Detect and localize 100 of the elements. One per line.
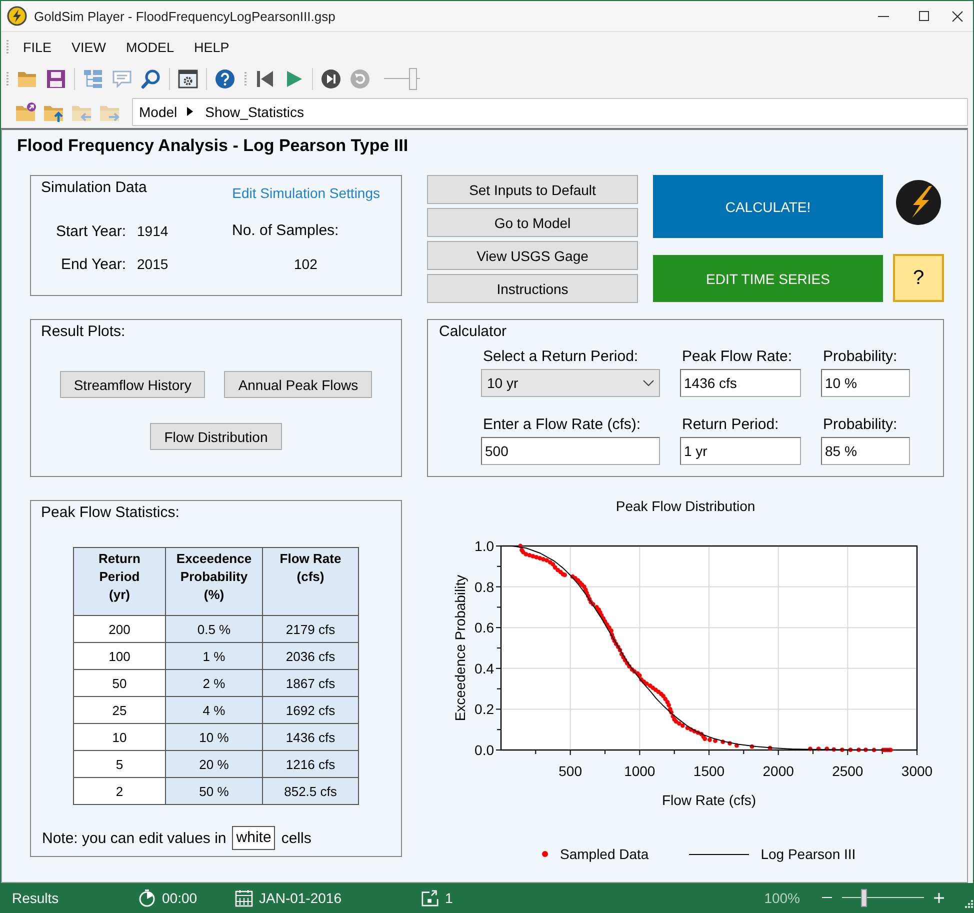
tick-label: 0.6 bbox=[474, 620, 494, 636]
caret-icon bbox=[187, 107, 194, 116]
step-forward-icon[interactable] bbox=[321, 68, 341, 88]
window-title: GoldSim Player - FloodFrequencyLogPearsonIII.gsp bbox=[34, 8, 336, 24]
tick-label: 1000 bbox=[624, 763, 656, 779]
dropdown[interactable]: 10 yr bbox=[481, 369, 660, 397]
tick-label: 0.0 bbox=[474, 742, 494, 758]
field-label: Probability: bbox=[822, 347, 898, 367]
table-cell[interactable]: 50 bbox=[74, 670, 166, 696]
grip-icon bbox=[6, 70, 9, 86]
page-title: Flood Frequency Analysis - Log Pearson Type III bbox=[17, 135, 410, 157]
table-cell: 1867 cfs bbox=[262, 670, 358, 696]
tick-label: 0.4 bbox=[474, 660, 494, 676]
settings-icon[interactable] bbox=[178, 68, 198, 88]
resize-grip-icon[interactable] bbox=[965, 900, 973, 908]
field-value: 102 bbox=[293, 255, 318, 274]
skip-back-icon[interactable] bbox=[255, 68, 275, 88]
field-label: End Year: bbox=[60, 256, 126, 272]
action-button[interactable]: Set Inputs to Default bbox=[427, 175, 638, 204]
help-button[interactable]: ? bbox=[893, 254, 944, 302]
breadcrumb-item[interactable]: Show_Statistics bbox=[205, 104, 304, 120]
lightning-logo-icon bbox=[7, 6, 27, 26]
close-icon[interactable] bbox=[952, 10, 963, 22]
date-text: JAN-01-2016 bbox=[259, 890, 342, 906]
legend-label: Log Pearson III bbox=[760, 845, 856, 864]
plot-button[interactable]: Streamflow History bbox=[60, 371, 206, 398]
table-cell[interactable]: 10 bbox=[74, 724, 166, 750]
text-field[interactable]: 1 yr bbox=[680, 437, 801, 465]
tick-label: 2500 bbox=[832, 763, 864, 779]
zoom-in-icon[interactable] bbox=[934, 892, 944, 902]
table-cell: 1 % bbox=[166, 642, 262, 670]
help-icon[interactable] bbox=[215, 68, 235, 88]
zoom-slider-thumb[interactable] bbox=[861, 888, 868, 906]
calendar-icon bbox=[235, 888, 253, 906]
play-icon[interactable] bbox=[284, 68, 304, 88]
menu-item[interactable]: FILE bbox=[13, 35, 62, 59]
tick-label: 0.2 bbox=[474, 701, 494, 718]
y-axis-label: Exceedence Probability bbox=[452, 574, 468, 722]
note-text: Note: you can edit values in bbox=[42, 830, 226, 846]
tick-label: 500 bbox=[558, 763, 582, 779]
calculate-button[interactable]: CALCULATE! bbox=[653, 175, 883, 238]
menu-item[interactable]: MODEL bbox=[116, 35, 184, 59]
table-cell: 10 % bbox=[166, 724, 262, 750]
panel-title: Result Plots: bbox=[41, 322, 126, 342]
tick-label: 2000 bbox=[762, 763, 794, 779]
table-cell: 1216 cfs bbox=[262, 750, 358, 778]
plot-button[interactable]: Flow Distribution bbox=[150, 423, 282, 450]
tick-label: 1.0 bbox=[474, 538, 494, 554]
table-cell[interactable]: 200 bbox=[74, 616, 166, 642]
table-cell[interactable]: 100 bbox=[74, 642, 166, 670]
address-bar[interactable]: Model Show_Statistics bbox=[132, 98, 968, 126]
folder-arrow-icon[interactable] bbox=[15, 102, 37, 122]
text-field[interactable]: 10 % bbox=[821, 369, 910, 397]
time-text: 00:00 bbox=[162, 890, 198, 906]
edit-settings-link[interactable]: Edit Simulation Settings bbox=[232, 184, 380, 202]
table-cell: 1436 cfs bbox=[262, 724, 358, 750]
zoom-slider-track[interactable] bbox=[842, 888, 924, 906]
field-value: 1914 bbox=[137, 223, 170, 239]
field-label: Probability: bbox=[822, 415, 898, 435]
tick-label: 1500 bbox=[693, 763, 725, 779]
table-cell: 2036 cfs bbox=[262, 642, 358, 670]
export-icon bbox=[421, 888, 439, 906]
action-button[interactable]: Instructions bbox=[427, 274, 638, 303]
legend-label: Sampled Data bbox=[560, 845, 649, 864]
field-value: 2015 bbox=[137, 256, 170, 272]
field-label: Select a Return Period: bbox=[482, 347, 640, 367]
maximize-icon[interactable] bbox=[919, 11, 929, 21]
column-header: Flow Rate (cfs) bbox=[262, 548, 358, 616]
text-field[interactable]: 500 bbox=[481, 437, 660, 465]
point-marker-icon bbox=[542, 851, 548, 857]
stopwatch-icon bbox=[138, 888, 156, 906]
plot-button[interactable]: Annual Peak Flows bbox=[224, 371, 372, 398]
edit-time-series-button[interactable]: EDIT TIME SERIES bbox=[653, 255, 883, 302]
editable-cell-sample: white bbox=[232, 826, 276, 850]
panel-title: Peak Flow Statistics: bbox=[41, 503, 180, 523]
menu-item[interactable]: HELP bbox=[184, 35, 240, 59]
action-button[interactable]: Go to Model bbox=[427, 208, 638, 237]
field-label: Peak Flow Rate: bbox=[681, 347, 794, 367]
table-cell[interactable]: 2 bbox=[74, 778, 166, 804]
grip-icon bbox=[6, 39, 9, 55]
breadcrumb-item[interactable]: Model bbox=[139, 104, 178, 120]
panel-title: Simulation Data bbox=[41, 178, 147, 198]
text-field[interactable]: 1436 cfs bbox=[680, 369, 801, 397]
status-text: Results bbox=[12, 890, 60, 906]
grip-icon bbox=[244, 70, 247, 86]
panel-title: Calculator bbox=[439, 322, 508, 342]
field-label: No. of Samples: bbox=[232, 221, 339, 241]
field-label: Return Period: bbox=[681, 415, 780, 435]
text-field[interactable]: 85 % bbox=[821, 437, 910, 465]
search-icon[interactable] bbox=[141, 68, 161, 88]
action-button[interactable]: View USGS Gage bbox=[427, 241, 638, 270]
table-cell[interactable]: 25 bbox=[74, 696, 166, 724]
table-cell[interactable]: 5 bbox=[74, 750, 166, 778]
column-header: Return Period (yr) bbox=[74, 548, 166, 616]
chart-title: Peak Flow Distribution bbox=[614, 497, 756, 515]
menu-item[interactable]: VIEW bbox=[62, 35, 116, 59]
field-label: Enter a Flow Rate (cfs): bbox=[482, 415, 642, 435]
table-cell: 50 % bbox=[166, 778, 262, 804]
table-cell: 0.5 % bbox=[166, 616, 262, 642]
x-axis-label: Flow Rate (cfs) bbox=[662, 792, 756, 808]
